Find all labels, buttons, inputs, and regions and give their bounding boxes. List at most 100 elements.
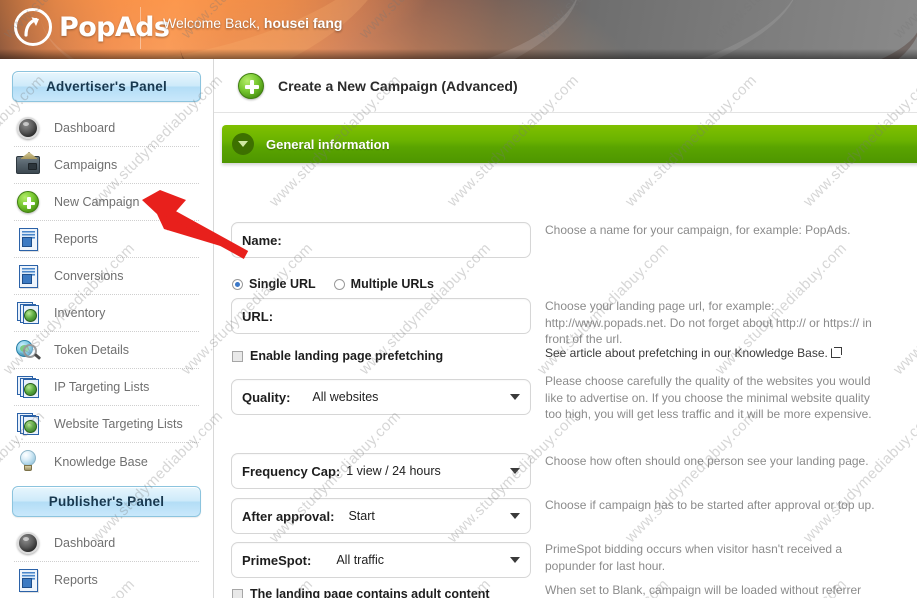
- publisher-nav-list: Dashboard Reports: [0, 525, 213, 598]
- url-label: URL:: [242, 308, 274, 324]
- chevron-down-icon[interactable]: [510, 513, 520, 519]
- frequency-value: 1 view / 24 hours: [346, 464, 441, 478]
- primespot-value: All traffic: [336, 553, 385, 567]
- advertiser-panel-button[interactable]: Advertiser's Panel: [12, 71, 201, 102]
- section-title: General information: [266, 136, 390, 152]
- popads-wordmark: PopAds: [59, 11, 170, 43]
- sidebar-item-conversions[interactable]: Conversions: [14, 258, 199, 295]
- url-mode-radio-group: Single URL Multiple URLs: [232, 277, 446, 291]
- popads-logo[interactable]: PopAds: [14, 8, 170, 46]
- welcome-prefix: Welcome Back,: [163, 15, 260, 31]
- wallet-icon: [14, 152, 42, 178]
- lightbulb-icon: [14, 449, 42, 475]
- adult-content-checkbox[interactable]: [232, 588, 243, 598]
- welcome-message: Welcome Back, housei fang: [163, 15, 342, 31]
- after-approval-select[interactable]: After approval: Start: [231, 498, 531, 534]
- main-content: Create a New Campaign (Advanced) General…: [214, 59, 917, 598]
- sidebar-item-dashboard[interactable]: Dashboard: [14, 110, 199, 147]
- primespot-label: PrimeSpot:: [242, 552, 312, 568]
- stack-globe-icon: [14, 300, 42, 326]
- sidebar-item-publisher-dashboard[interactable]: Dashboard: [14, 525, 199, 562]
- sidebar-item-token-details[interactable]: Token Details: [14, 332, 199, 369]
- after-approval-field-row: After approval: Start: [231, 498, 531, 534]
- report-icon: [14, 567, 42, 593]
- name-field-row: Name:: [231, 222, 531, 258]
- after-approval-label: After approval:: [242, 508, 335, 524]
- stack-globe-icon: [14, 374, 42, 400]
- name-label: Name:: [242, 232, 282, 248]
- sidebar-item-label: IP Targeting Lists: [54, 380, 150, 394]
- quality-label: Quality:: [242, 389, 291, 405]
- frequency-label: Frequency Cap:: [242, 463, 341, 479]
- prefetching-label: Enable landing page prefetching: [250, 349, 444, 363]
- publisher-panel-button[interactable]: Publisher's Panel: [12, 486, 201, 517]
- welcome-username: housei fang: [263, 15, 343, 31]
- sidebar-item-label: Knowledge Base: [54, 454, 148, 469]
- plus-circle-icon: [14, 189, 42, 215]
- sidebar-item-ip-targeting-lists[interactable]: IP Targeting Lists: [14, 369, 199, 406]
- sidebar-item-label: Token Details: [54, 343, 130, 357]
- url-input[interactable]: URL:: [231, 298, 531, 334]
- app-window: PopAds Welcome Back, housei fang Adverti…: [0, 0, 917, 598]
- dashboard-icon: [14, 530, 42, 556]
- single-url-label: Single URL: [249, 277, 316, 291]
- site-header: PopAds Welcome Back, housei fang: [0, 0, 917, 59]
- page-header: Create a New Campaign (Advanced): [214, 59, 917, 113]
- prefetching-checkbox[interactable]: [232, 350, 243, 362]
- arrow-circle-glyph: [24, 17, 39, 37]
- sidebar-item-label: Conversions: [54, 269, 124, 283]
- multiple-urls-radio[interactable]: [333, 278, 345, 290]
- chevron-down-icon[interactable]: [510, 557, 520, 563]
- sidebar-item-label: Dashboard: [54, 121, 116, 135]
- sidebar-item-new-campaign[interactable]: New Campaign: [14, 184, 199, 221]
- primespot-field-row: PrimeSpot: All traffic: [231, 542, 531, 578]
- plus-circle-icon: [238, 72, 264, 99]
- sidebar-item-label: New Campaign: [54, 195, 140, 209]
- sidebar-item-label: Website Targeting Lists: [54, 417, 183, 431]
- popads-mark-icon: [14, 8, 52, 46]
- frequency-field-row: Frequency Cap: 1 view / 24 hours: [231, 453, 531, 489]
- url-help-text: Choose your landing page url, for exampl…: [545, 299, 872, 346]
- sidebar-item-label: Reports: [54, 573, 98, 587]
- sidebar-item-label: Inventory: [54, 306, 106, 320]
- external-link-icon[interactable]: [830, 347, 842, 358]
- magnifier-globe-icon: [14, 337, 42, 363]
- sidebar-item-knowledge-base[interactable]: Knowledge Base: [14, 443, 199, 480]
- adult-content-label: The landing page contains adult content: [250, 587, 490, 598]
- quality-select[interactable]: Quality: All websites: [231, 379, 531, 415]
- sidebar-item-website-targeting-lists[interactable]: Website Targeting Lists: [14, 406, 199, 443]
- primespot-select[interactable]: PrimeSpot: All traffic: [231, 542, 531, 578]
- sidebar-item-inventory[interactable]: Inventory: [14, 295, 199, 332]
- report-icon: [14, 263, 42, 289]
- page-title: Create a New Campaign (Advanced): [278, 77, 518, 94]
- sidebar-item-reports[interactable]: Reports: [14, 221, 199, 258]
- collapse-toggle-icon[interactable]: [232, 133, 254, 155]
- stack-globe-icon: [14, 411, 42, 437]
- after-approval-help-text: Choose if campaign has to be started aft…: [545, 498, 875, 512]
- chevron-down-icon[interactable]: [510, 394, 520, 400]
- after-approval-value: Start: [348, 509, 375, 523]
- advertiser-nav-list: Dashboard Campaigns New Campaign Reports…: [0, 110, 213, 480]
- frequency-help-text: Choose how often should one person see y…: [545, 454, 869, 468]
- frequency-cap-select[interactable]: Frequency Cap: 1 view / 24 hours: [231, 453, 531, 489]
- multiple-urls-label: Multiple URLs: [350, 277, 435, 291]
- header-divider: [140, 7, 141, 49]
- sidebar-item-campaigns[interactable]: Campaigns: [14, 147, 199, 184]
- prefetching-help-text: See article about prefetching in our Kno…: [545, 345, 885, 362]
- header-bottom-shade: [0, 49, 917, 59]
- referrer-help-text: When set to Blank, campaign will be load…: [545, 583, 862, 597]
- quality-value: All websites: [312, 390, 379, 404]
- report-icon: [14, 226, 42, 252]
- name-input[interactable]: Name:: [231, 222, 531, 258]
- quality-field-row: Quality: All websites: [231, 379, 531, 415]
- single-url-radio[interactable]: [232, 278, 243, 290]
- sidebar-item-label: Campaigns: [54, 158, 118, 172]
- sidebar-item-label: Dashboard: [54, 536, 116, 550]
- general-information-section-header[interactable]: General information: [222, 125, 917, 163]
- prefetching-checkbox-row: Enable landing page prefetching: [232, 349, 443, 363]
- sidebar-item-publisher-reports[interactable]: Reports: [14, 562, 199, 598]
- chevron-down-icon[interactable]: [510, 468, 520, 474]
- quality-help-text: Please choose carefully the quality of t…: [545, 374, 872, 421]
- sidebar: Advertiser's Panel Dashboard Campaigns N…: [0, 59, 214, 598]
- sidebar-item-label: Reports: [54, 232, 98, 246]
